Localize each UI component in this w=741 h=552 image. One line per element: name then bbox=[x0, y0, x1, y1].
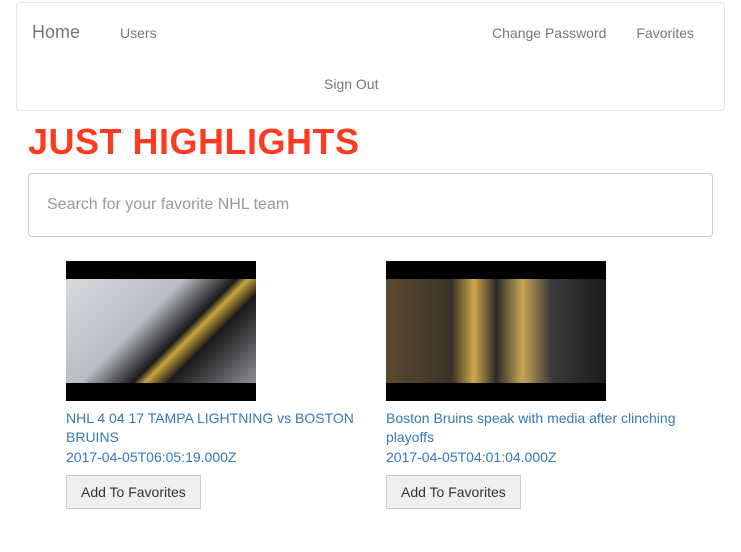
search-input[interactable] bbox=[47, 196, 694, 214]
nav-link-favorites[interactable]: Favorites bbox=[621, 10, 709, 56]
video-title-link[interactable]: Boston Bruins speak with media after cli… bbox=[386, 409, 676, 447]
nav-brand-home[interactable]: Home bbox=[32, 7, 95, 58]
nav-link-users[interactable]: Users bbox=[105, 10, 172, 56]
navbar-row-2: Sign Out bbox=[17, 62, 724, 110]
video-card: NHL 4 04 17 TAMPA LIGHTNING vs BOSTON BR… bbox=[66, 261, 356, 509]
video-date: 2017-04-05T04:01:04.000Z bbox=[386, 449, 676, 465]
add-to-favorites-button[interactable]: Add To Favorites bbox=[386, 475, 521, 509]
video-card: Boston Bruins speak with media after cli… bbox=[386, 261, 676, 509]
nav-link-change-password[interactable]: Change Password bbox=[477, 10, 621, 56]
content: JUST HIGHLIGHTS NHL 4 04 17 TAMPA LIGHTN… bbox=[0, 121, 741, 509]
search-box bbox=[28, 173, 713, 237]
cards-container: NHL 4 04 17 TAMPA LIGHTNING vs BOSTON BR… bbox=[28, 261, 713, 509]
nav-right: Change Password Favorites bbox=[477, 10, 709, 56]
video-thumbnail[interactable] bbox=[386, 261, 606, 401]
page-title: JUST HIGHLIGHTS bbox=[28, 121, 713, 163]
nav-link-sign-out[interactable]: Sign Out bbox=[32, 66, 378, 102]
video-date: 2017-04-05T06:05:19.000Z bbox=[66, 449, 356, 465]
video-thumbnail[interactable] bbox=[66, 261, 256, 401]
navbar-row-1: Home Users Change Password Favorites bbox=[17, 3, 724, 62]
add-to-favorites-button[interactable]: Add To Favorites bbox=[66, 475, 201, 509]
video-title-link[interactable]: NHL 4 04 17 TAMPA LIGHTNING vs BOSTON BR… bbox=[66, 409, 356, 447]
navbar: Home Users Change Password Favorites Sig… bbox=[16, 2, 725, 111]
nav-left: Users bbox=[105, 10, 172, 56]
